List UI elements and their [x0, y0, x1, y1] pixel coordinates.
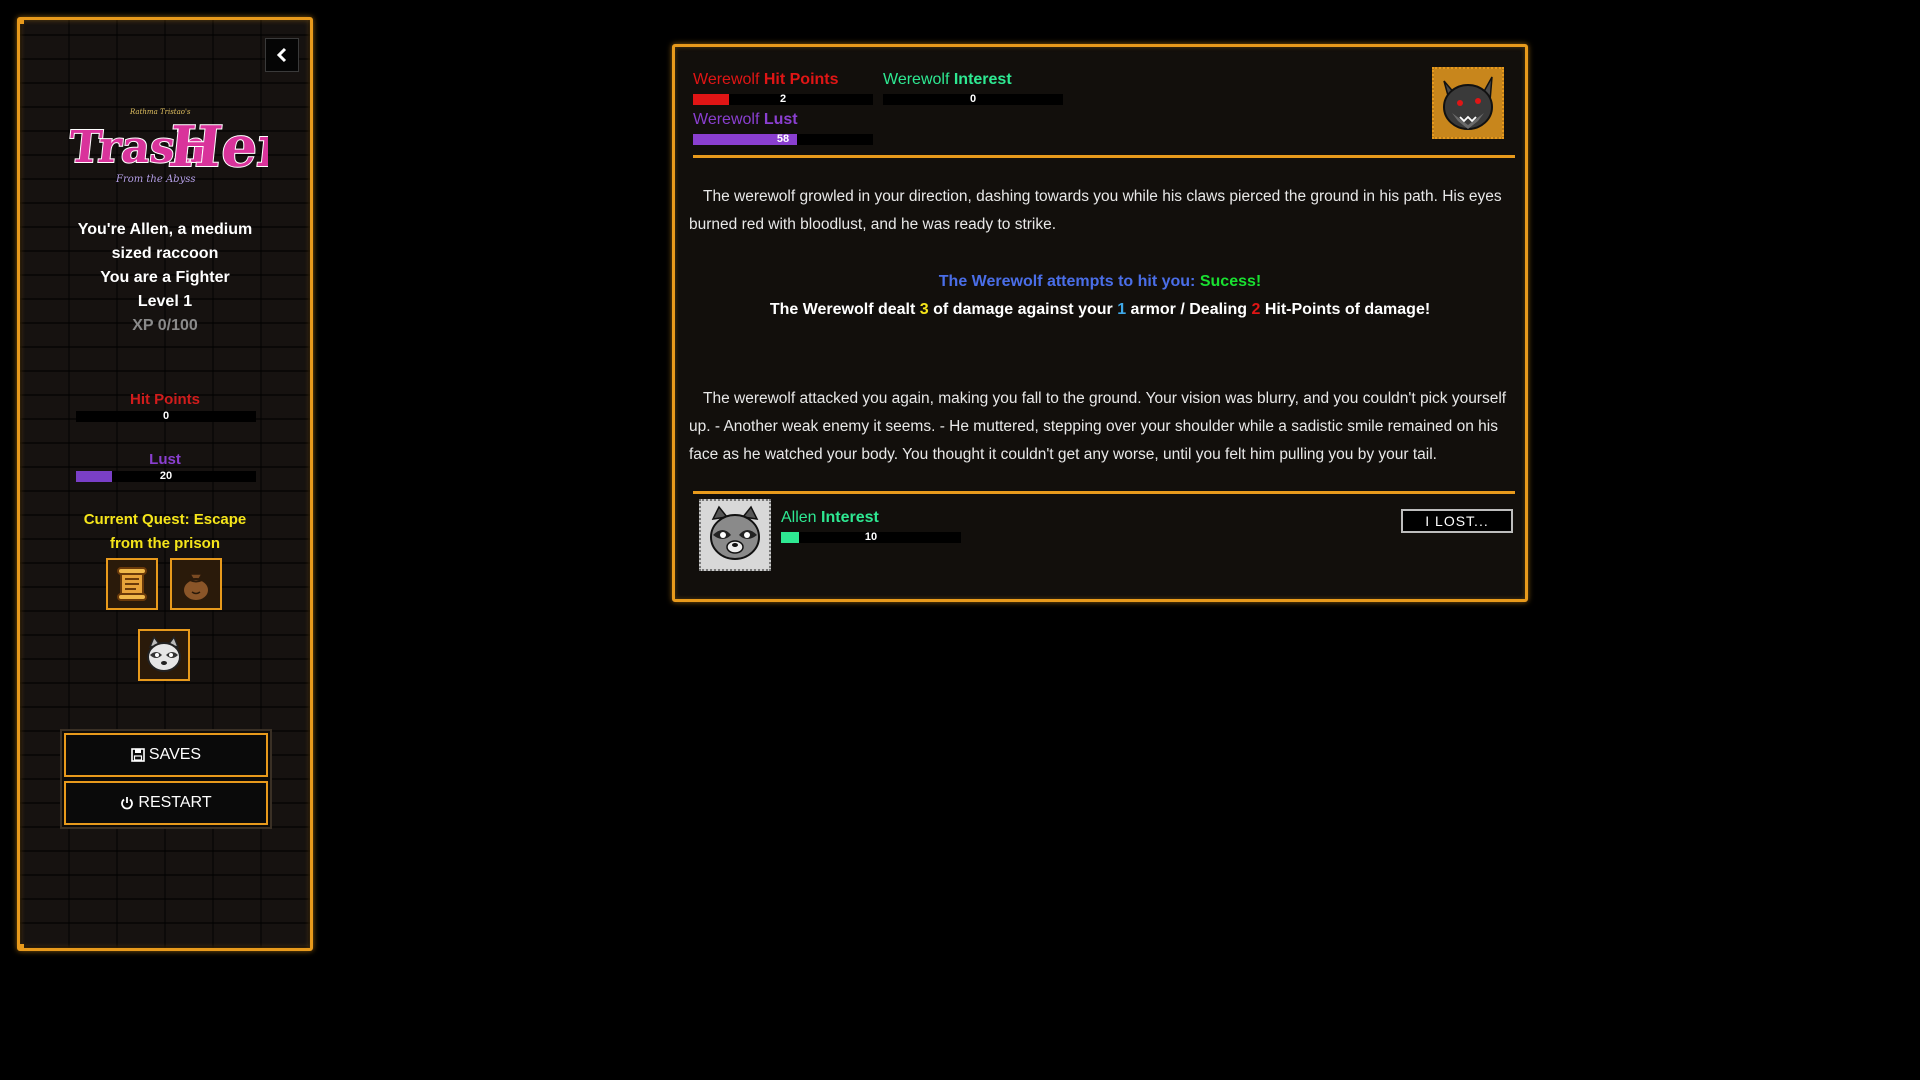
damage-value: 3	[919, 301, 929, 318]
corner-ornament	[19, 19, 24, 24]
raccoon-portrait-icon	[147, 635, 181, 672]
damage-text-d: Hit-Points of damage!	[1264, 301, 1431, 318]
allen-raccoon-portrait-icon	[701, 501, 769, 569]
divider	[693, 491, 1515, 494]
player-name: Allen	[781, 509, 817, 526]
restart-label: RESTART	[138, 794, 212, 811]
enemy-interest-bar: 0	[883, 93, 1063, 105]
quest-line-2: from the prison	[109, 535, 220, 552]
player-interest-value: 10	[864, 531, 878, 543]
combat-paragraph-1: The werewolf growled in your direction, …	[689, 188, 1502, 233]
quest-scroll-button[interactable]	[106, 558, 158, 610]
bag-icon	[182, 573, 210, 602]
enemy-interest-label: Werewolf Interest	[883, 71, 1012, 89]
enemy-name: Werewolf	[693, 71, 760, 88]
enemy-interest-value: 0	[969, 93, 977, 105]
damage-text-c: armor / Dealing	[1130, 301, 1248, 318]
svg-text:From the Abyss: From the Abyss	[115, 174, 196, 185]
player-interest-label: Allen Interest	[781, 509, 879, 527]
intro-line-1: You're Allen, a medium	[77, 221, 253, 238]
saves-label: SAVES	[148, 746, 202, 763]
enemy-hit-points-value: 2	[779, 93, 787, 105]
combat-panel: Werewolf Hit Points 2 Werewolf Interest …	[672, 44, 1528, 602]
restart-button[interactable]: RESTART	[64, 781, 268, 825]
saves-button[interactable]: SAVES	[64, 733, 268, 777]
xp-line: XP 0/100	[132, 317, 198, 334]
lust-value: 20	[159, 470, 173, 482]
lust-label: Lust	[149, 451, 181, 468]
enemy-name: Werewolf	[883, 71, 950, 88]
divider	[693, 155, 1515, 158]
stat-name: Interest	[821, 509, 879, 526]
enemy-hit-points-bar: 2	[693, 93, 873, 105]
enemy-lust-bar: 58	[693, 133, 873, 145]
damage-line: The Werewolf dealt 3 of damage against y…	[675, 301, 1525, 319]
quest-line-1: Current Quest: Escape	[83, 511, 247, 528]
enemy-portrait	[1432, 67, 1504, 139]
class-line: You are a Fighter	[100, 269, 230, 286]
stat-name: Lust	[763, 111, 798, 128]
werewolf-portrait-icon	[1434, 69, 1502, 137]
damage-text-b: of damage against your	[933, 301, 1113, 318]
corner-ornament	[19, 944, 24, 949]
enemy-lust-label: Werewolf Lust	[693, 111, 798, 129]
stat-name: Hit Points	[763, 71, 839, 88]
attack-prefix: The Werewolf attempts to hit you:	[938, 273, 1196, 290]
svg-text:Hero: Hero	[165, 114, 268, 180]
intro-line-2: sized raccoon	[111, 245, 219, 262]
combat-paragraph-2: The werewolf attacked you again, making …	[689, 390, 1507, 463]
player-lust-bar: 20	[76, 470, 256, 482]
inventory-bag-button[interactable]	[170, 558, 222, 610]
player-hit-points-bar: 0	[76, 410, 256, 422]
power-icon	[121, 797, 134, 810]
attack-result: Sucess!	[1199, 273, 1262, 290]
game-logo: Rathma Tristao's Trash Hero From the Aby…	[65, 80, 329, 190]
i-lost-button[interactable]: I LOST...	[1401, 509, 1513, 533]
save-icon	[131, 748, 145, 762]
attack-line: The Werewolf attempts to hit you: Sucess…	[675, 273, 1525, 291]
armor-value: 1	[1117, 301, 1127, 318]
chevron-left-icon	[276, 47, 287, 63]
character-portrait-button[interactable]	[138, 629, 190, 681]
hit-points-label: Hit Points	[130, 391, 200, 408]
hp-damage-value: 2	[1251, 301, 1261, 318]
scroll-icon	[117, 567, 147, 601]
stat-name: Interest	[953, 71, 1012, 88]
enemy-lust-value: 58	[776, 133, 790, 145]
level-line: Level 1	[137, 293, 193, 310]
sidebar: Rathma Tristao's Trash Hero From the Aby…	[17, 17, 329, 951]
enemy-hit-points-label: Werewolf Hit Points	[693, 71, 839, 89]
menu-box: SAVES RESTART	[60, 729, 272, 829]
player-interest-bar: 10	[781, 531, 961, 543]
enemy-name: Werewolf	[693, 111, 760, 128]
hit-points-value: 0	[162, 410, 170, 422]
damage-text-a: The Werewolf dealt	[769, 301, 916, 318]
player-portrait	[699, 499, 771, 571]
collapse-sidebar-button[interactable]	[265, 38, 299, 72]
